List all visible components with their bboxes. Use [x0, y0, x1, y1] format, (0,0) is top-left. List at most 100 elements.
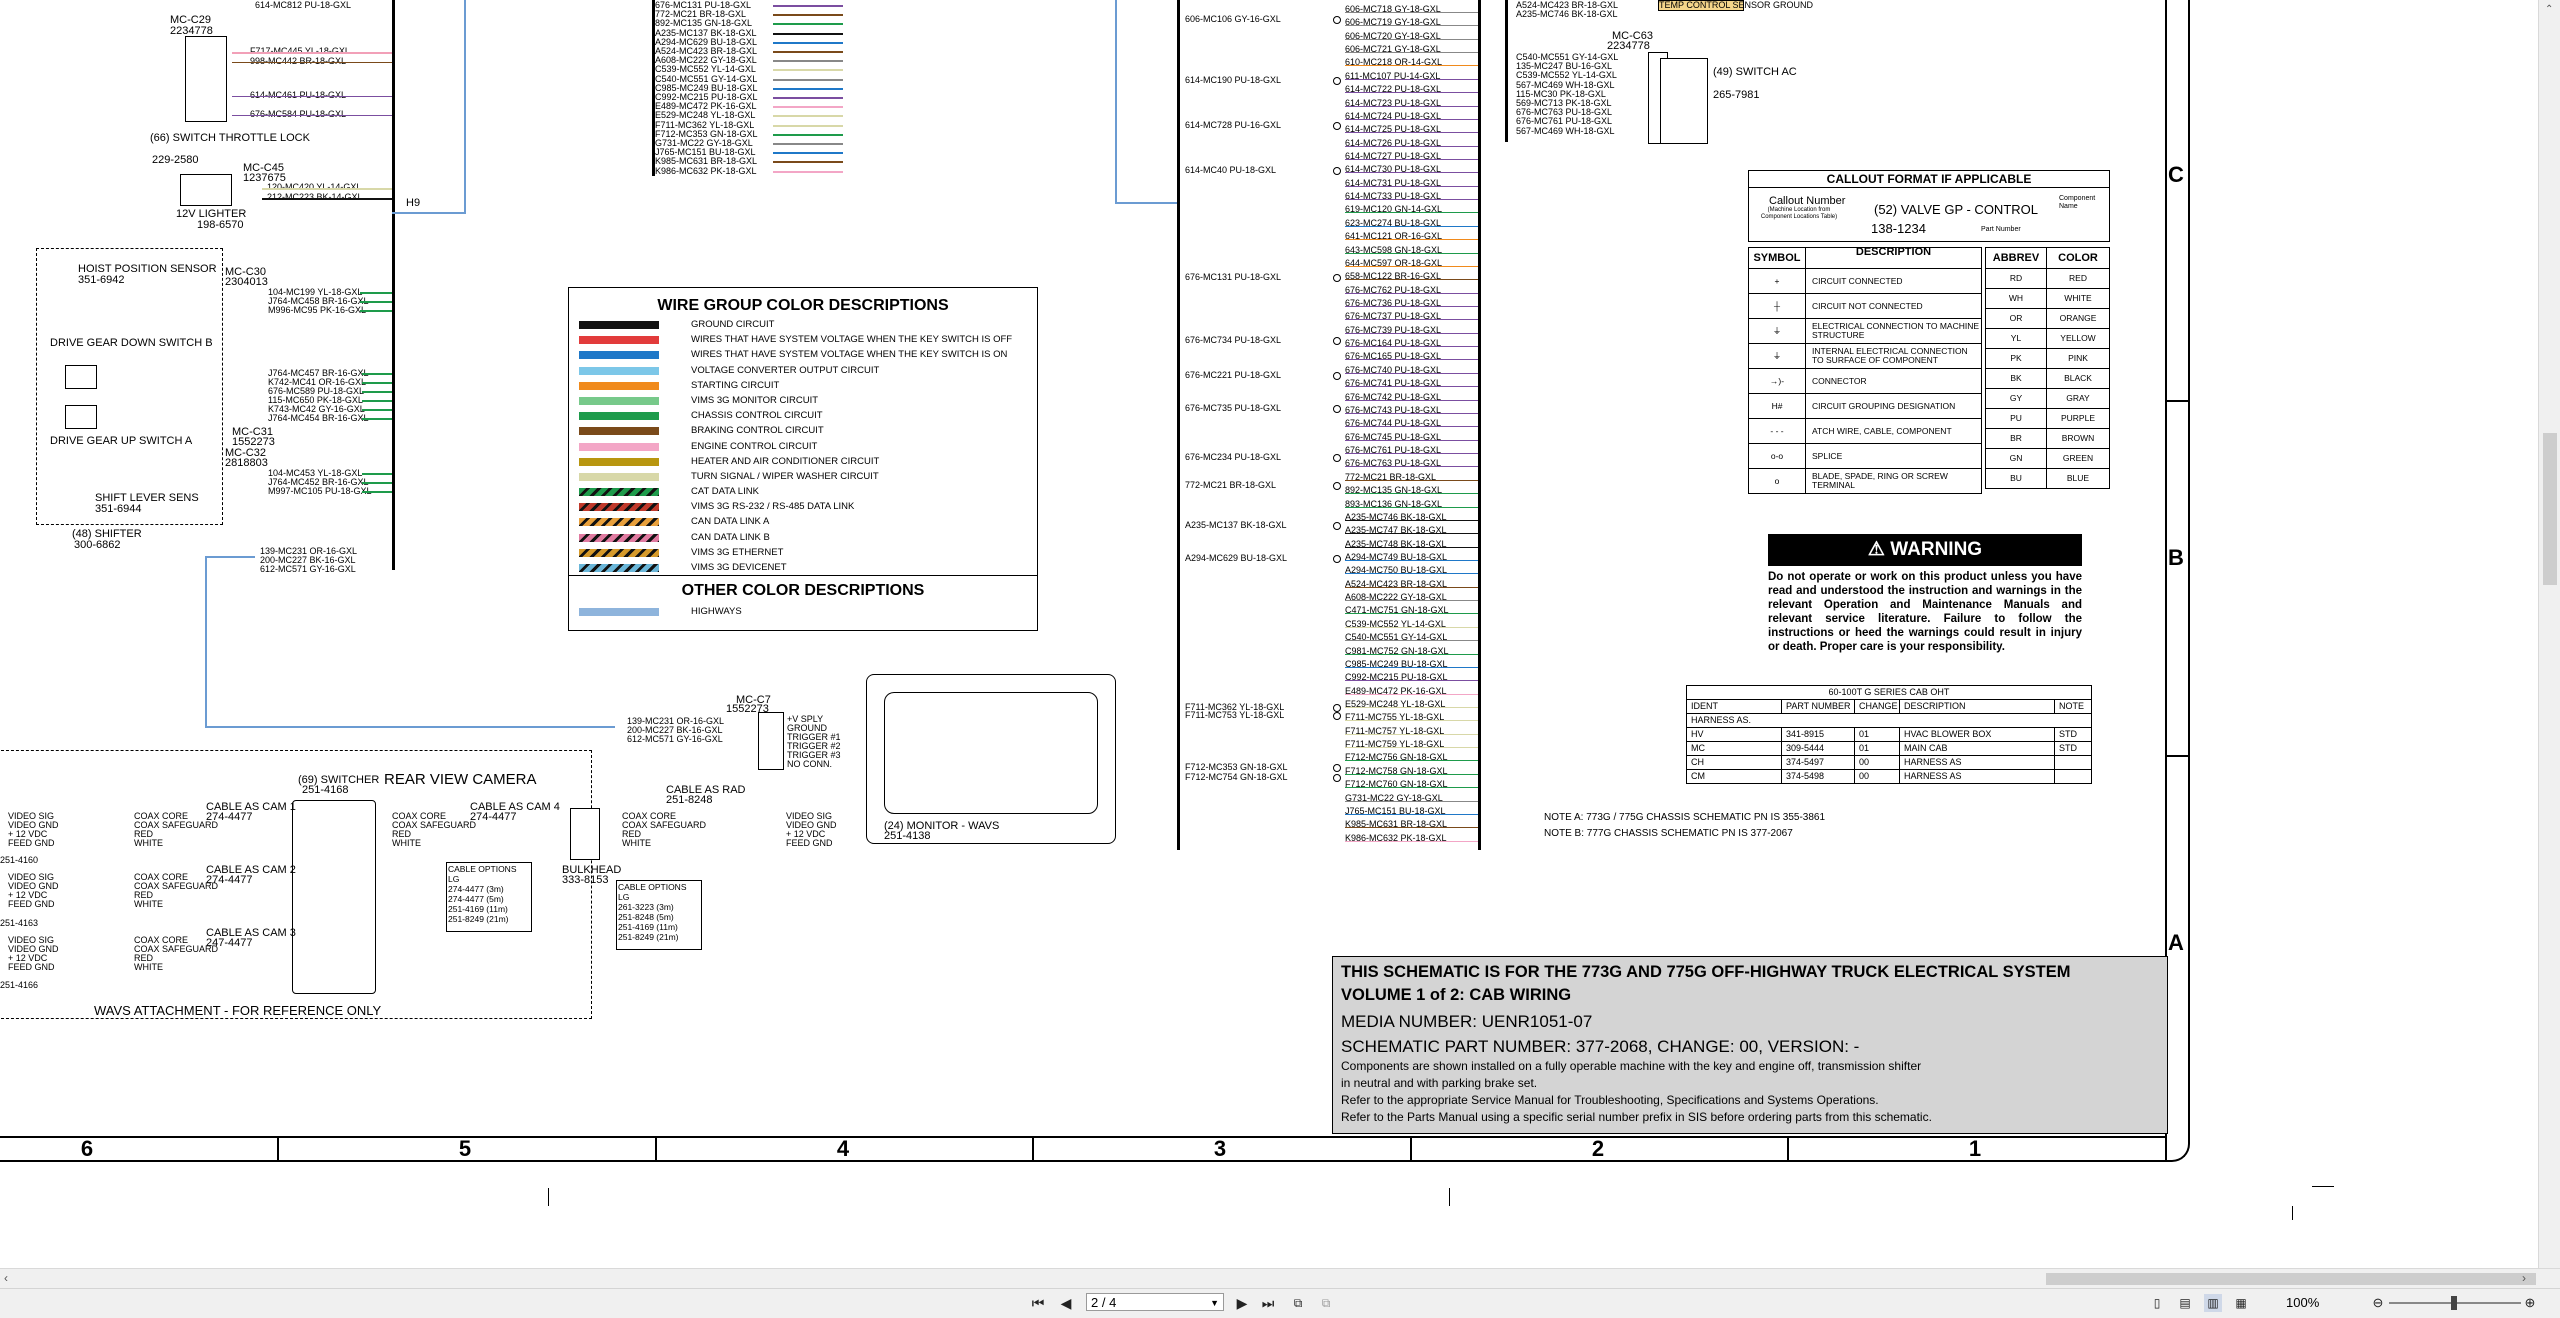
color-name: PURPLE	[2060, 413, 2095, 423]
vertical-scroll-thumb[interactable]	[2543, 433, 2557, 585]
splice-icon	[1333, 555, 1341, 563]
cable-rad-pn: 251-8248	[666, 794, 713, 806]
continuous-view-icon[interactable]: ▤	[2176, 1294, 2194, 1312]
parts-cell: MAIN CAB	[1900, 742, 2055, 755]
splice-icon	[1333, 372, 1341, 380]
next-page-button[interactable]: ▶	[1232, 1294, 1252, 1312]
wire-line	[773, 87, 843, 90]
wire-line	[1345, 38, 1478, 40]
main-harness-bus-right	[1478, 0, 1481, 850]
bulkhead-pn: 333-8153	[562, 874, 609, 886]
last-page-button[interactable]: ⏭	[1258, 1294, 1278, 1312]
legend-swatch	[579, 351, 659, 360]
wire-line	[1345, 185, 1478, 187]
legend-swatch	[579, 488, 659, 497]
parts-cell: 00	[1855, 756, 1900, 769]
camera-2-pn: 251-4163	[0, 918, 39, 928]
symbol-glyph: - - -	[1749, 419, 1806, 443]
wire-line	[773, 78, 843, 81]
color-row: GN GREEN	[1986, 449, 2109, 469]
highway-line	[1115, 202, 1177, 204]
wire-line	[1345, 292, 1478, 294]
splice-icon	[1333, 764, 1341, 772]
wire-line	[1345, 493, 1478, 495]
zoom-in-icon[interactable]: ⊕	[2522, 1294, 2538, 1312]
warning-text: Do not operate or work on this product u…	[1768, 571, 2082, 653]
legend-row: VIMS 3G DEVICENET	[569, 560, 1037, 575]
parts-sub-row: HARNESS AS.	[1687, 714, 2091, 728]
scroll-right-icon[interactable]: ›	[2522, 1271, 2526, 1285]
zoom-slider[interactable]	[2389, 1296, 2521, 1310]
wire-line	[1345, 453, 1478, 455]
wire-line	[773, 60, 843, 63]
wire-line	[1345, 439, 1478, 441]
gear-up-switch	[65, 405, 97, 429]
symbol-row: - - - ATCH WIRE, CABLE, COMPONENT	[1749, 419, 1981, 444]
wire-label: M997-MC105 PU-18-GXL	[268, 486, 372, 496]
video-switcher	[292, 800, 376, 994]
vertical-scrollbar[interactable]: ⌃	[2538, 0, 2560, 1268]
scroll-left-icon[interactable]: ‹	[4, 1271, 8, 1285]
wire-line	[773, 152, 843, 155]
two-page-continuous-icon[interactable]: ▦	[2232, 1294, 2250, 1312]
zoom-out-icon[interactable]: ⊖	[2370, 1294, 2386, 1312]
monitor-pn: 251-4138	[884, 830, 931, 842]
title-note-3: Refer to the appropriate Service Manual …	[1341, 1093, 1879, 1107]
camera-3-pn: 251-4166	[0, 980, 39, 990]
callout-format-box: CALLOUT FORMAT IF APPLICABLE Callout Num…	[1748, 170, 2110, 242]
symbol-glyph: o-o	[1749, 444, 1806, 468]
legend-label: WIRES THAT HAVE SYSTEM VOLTAGE WHEN THE …	[691, 334, 1013, 346]
throttle-switch-label: (66) SWITCH THROTTLE LOCK	[150, 132, 310, 144]
horizontal-scrollbar[interactable]: ‹ ›	[0, 1268, 2560, 1289]
color-name: YELLOW	[2060, 333, 2096, 343]
page-number-select[interactable]: 2 / 4 ▼	[1086, 1293, 1224, 1311]
wire-label: 772-MC21 BR-18-GXL	[1185, 480, 1277, 490]
legend-label: CAN DATA LINK B	[691, 531, 770, 543]
parts-cell: MC	[1687, 742, 1782, 755]
symbol-description: INTERNAL ELECTRICAL CONNECTION TO SURFAC…	[1812, 346, 1968, 365]
two-page-view-icon[interactable]: ▥	[2204, 1294, 2222, 1312]
wire-line	[1345, 52, 1478, 54]
wire-line	[1345, 319, 1478, 321]
parts-row: HV 341-8915 01 HVAC BLOWER BOX STD	[1687, 728, 2091, 742]
color-name: PINK	[2068, 353, 2088, 363]
splice-icon	[1333, 167, 1341, 175]
scroll-up-icon[interactable]: ⌃	[2545, 4, 2553, 15]
first-page-button[interactable]: ⏮	[1028, 1294, 1048, 1312]
wire-line	[1345, 600, 1478, 602]
wire-line	[773, 32, 843, 35]
wire-line	[1345, 145, 1478, 147]
column-divider	[655, 1136, 657, 1160]
legend-row: CHASSIS CONTROL CIRCUIT	[569, 408, 1037, 423]
wire-line	[1345, 827, 1478, 829]
zone-divider	[2165, 755, 2189, 757]
temp-control-box: TEMP CONTROL SENSOR GROUND	[1658, 0, 1814, 11]
legend-swatch	[579, 518, 659, 527]
legend-label: VIMS 3G RS-232 / RS-485 DATA LINK	[691, 501, 855, 513]
symbol-glyph: +	[1749, 269, 1806, 293]
zoom-slider-knob[interactable]	[2451, 1296, 2457, 1310]
wire-label: 998-MC442 BR-18-GXL	[250, 56, 347, 66]
warning-triangle-icon: ⚠	[1867, 539, 1885, 560]
harness-parts-table: 60-100T G SERIES CAB OHT IDENT PART NUMB…	[1686, 685, 2092, 784]
color-abbrev: BU	[1986, 469, 2047, 488]
single-page-view-icon[interactable]: ▯	[2148, 1294, 2166, 1312]
legend-label: TURN SIGNAL / WIPER WASHER CIRCUIT	[691, 470, 879, 482]
zone-letter-a: A	[2168, 930, 2184, 955]
warning-header: ⚠ WARNING	[1768, 534, 2082, 566]
legend-swatch	[579, 548, 659, 557]
wire-line	[1345, 386, 1478, 388]
prev-page-button[interactable]: ◀	[1056, 1294, 1076, 1312]
color-abbrev: BK	[1986, 369, 2047, 388]
color-abbrev: PK	[1986, 349, 2047, 368]
group-h9: H9	[406, 197, 421, 209]
symbol-row: ┼ CIRCUIT NOT CONNECTED	[1749, 294, 1981, 319]
horizontal-scroll-thumb[interactable]	[2046, 1273, 2536, 1285]
next-view-icon[interactable]: ⧉	[1316, 1294, 1336, 1312]
right-top-bus	[1505, 0, 1508, 142]
previous-view-icon[interactable]: ⧉	[1288, 1294, 1308, 1312]
legend-label: GROUND CIRCUIT	[691, 319, 775, 330]
parts-cell: HVAC BLOWER BOX	[1900, 728, 2055, 741]
wire-color-legend: WIRE GROUP COLOR DESCRIPTIONS GROUND CIR…	[568, 287, 1038, 631]
highway-line	[205, 726, 615, 728]
